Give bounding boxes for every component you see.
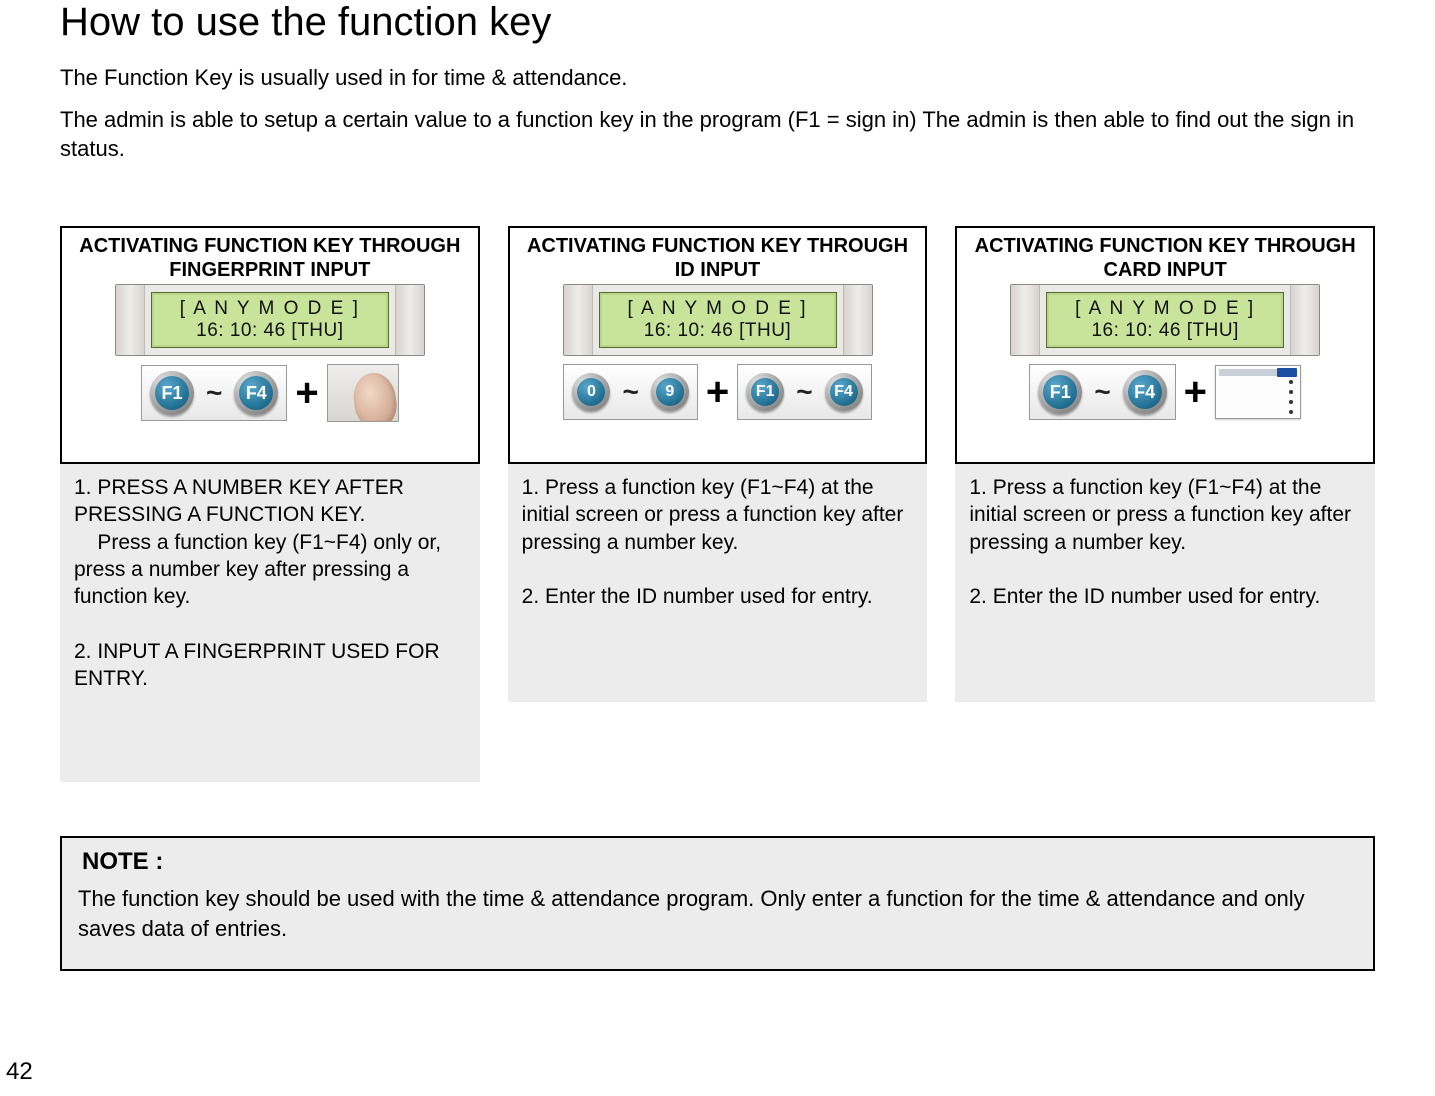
column-fingerprint: ACTIVATING FUNCTION KEY THROUGH FINGERPR…: [60, 226, 480, 782]
panel-fingerprint: ACTIVATING FUNCTION KEY THROUGH FINGERPR…: [60, 226, 480, 464]
steps-card: 1. Press a function key (F1~F4) at the i…: [955, 464, 1375, 702]
key-f1: F1: [1038, 370, 1082, 414]
steps-id: 1. Press a function key (F1~F4) at the i…: [508, 464, 928, 702]
lcd-line1: [ A N Y M O D E ]: [627, 298, 807, 320]
page: How to use the function key The Function…: [0, 0, 1435, 1096]
panel-title-id: ACTIVATING FUNCTION KEY THROUGH ID INPUT: [516, 234, 920, 282]
key-f1-label: F1: [155, 376, 189, 410]
column-id: ACTIVATING FUNCTION KEY THROUGH ID INPUT…: [508, 226, 928, 782]
key-f1: F1: [150, 371, 194, 415]
lcd-line2: 16: 10: 46 [THU]: [196, 320, 343, 342]
tilde-icon: ~: [202, 377, 226, 409]
lcd-device: [ A N Y M O D E ] 16: 10: 46 [THU]: [563, 284, 873, 356]
note-label: NOTE :: [82, 848, 1357, 876]
keygroup-f1-f4: F1 ~ F4: [141, 365, 287, 421]
keygroup-f1-f4: F1 ~ F4: [1029, 364, 1175, 420]
panel-id: ACTIVATING FUNCTION KEY THROUGH ID INPUT…: [508, 226, 928, 464]
action-row-fingerprint: F1 ~ F4 +: [68, 364, 472, 422]
card-brand-icon: [1277, 368, 1297, 377]
tilde-icon: ~: [792, 376, 816, 408]
lcd-screen: [ A N Y M O D E ] 16: 10: 46 [THU]: [151, 292, 389, 348]
lcd-device: [ A N Y M O D E ] 16: 10: 46 [THU]: [115, 284, 425, 356]
panel-title-fingerprint: ACTIVATING FUNCTION KEY THROUGH FINGERPR…: [68, 234, 472, 282]
key-f4-label: F4: [830, 378, 858, 406]
key-f4: F4: [234, 371, 278, 415]
steps-fingerprint: 1. PRESS A NUMBER KEY AFTER PRESSING A F…: [60, 464, 480, 782]
page-title: How to use the function key: [60, 0, 1375, 45]
page-number: 42: [6, 1058, 33, 1086]
key-f4: F4: [1123, 370, 1167, 414]
panel-title-card: ACTIVATING FUNCTION KEY THROUGH CARD INP…: [963, 234, 1367, 282]
panel-card: ACTIVATING FUNCTION KEY THROUGH CARD INP…: [955, 226, 1375, 464]
plus-icon: +: [1182, 372, 1209, 412]
plus-icon: +: [704, 372, 731, 412]
action-row-id: 0 ~ 9 + F1 ~ F4: [516, 364, 920, 420]
lcd-line2: 16: 10: 46 [THU]: [1091, 320, 1238, 342]
note-text: The function key should be used with the…: [78, 884, 1357, 943]
key-f1: F1: [746, 373, 784, 411]
card-dots-icon: [1289, 380, 1297, 414]
plus-icon: +: [293, 373, 320, 413]
keygroup-f1-f4: F1 ~ F4: [737, 364, 871, 420]
column-card: ACTIVATING FUNCTION KEY THROUGH CARD INP…: [955, 226, 1375, 782]
key-0: 0: [572, 373, 610, 411]
key-f4-label: F4: [1128, 375, 1162, 409]
lcd-line2: 16: 10: 46 [THU]: [644, 320, 791, 342]
lcd-line1: [ A N Y M O D E ]: [1075, 298, 1255, 320]
columns: ACTIVATING FUNCTION KEY THROUGH FINGERPR…: [60, 226, 1375, 782]
tilde-icon: ~: [618, 376, 642, 408]
lcd-screen: [ A N Y M O D E ] 16: 10: 46 [THU]: [599, 292, 837, 348]
id-card-icon: [1215, 365, 1301, 419]
intro-paragraph-1: The Function Key is usually used in for …: [60, 63, 1375, 93]
key-f4: F4: [825, 373, 863, 411]
key-9: 9: [651, 373, 689, 411]
intro-paragraph-2: The admin is able to setup a certain val…: [60, 105, 1375, 164]
lcd-line1: [ A N Y M O D E ]: [180, 298, 360, 320]
lcd-screen: [ A N Y M O D E ] 16: 10: 46 [THU]: [1046, 292, 1284, 348]
action-row-card: F1 ~ F4 +: [963, 364, 1367, 420]
keygroup-0-9: 0 ~ 9: [563, 364, 697, 420]
tilde-icon: ~: [1090, 376, 1114, 408]
note-box: NOTE : The function key should be used w…: [60, 836, 1375, 971]
lcd-device: [ A N Y M O D E ] 16: 10: 46 [THU]: [1010, 284, 1320, 356]
key-9-label: 9: [656, 378, 684, 406]
fingerprint-icon: [327, 364, 399, 422]
